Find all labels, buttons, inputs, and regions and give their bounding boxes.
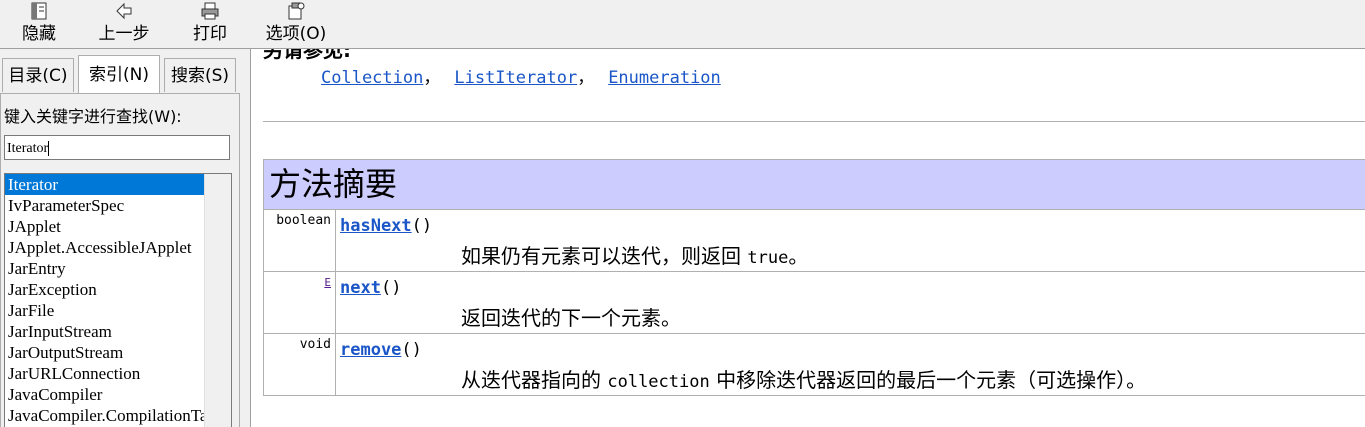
keyword-list-item[interactable]: Iterator: [5, 174, 204, 195]
keyword-list-item[interactable]: JarException: [5, 279, 204, 300]
keyword-list-item[interactable]: JApplet: [5, 216, 204, 237]
method-row: void remove() 从迭代器指向的 collection 中移除迭代器返…: [263, 334, 1365, 396]
keyword-list-item[interactable]: JarFile: [5, 300, 204, 321]
method-signature: hasNext(): [340, 216, 432, 236]
link-separator: ，: [423, 68, 441, 88]
method-desc-text: 从迭代器指向的: [461, 368, 608, 392]
method-row: boolean hasNext() 如果仍有元素可以迭代，则返回 true。: [263, 210, 1365, 272]
method-desc-text: 返回迭代的下一个元素。: [461, 306, 681, 330]
back-arrow-icon: [94, 1, 154, 23]
method-link-remove[interactable]: remove: [340, 340, 401, 360]
method-description: 返回迭代的下一个元素。: [461, 302, 681, 331]
method-summary-title: 方法摘要: [263, 159, 1365, 210]
back-button[interactable]: 上一步: [94, 0, 154, 48]
hide-button[interactable]: 隐藏: [14, 0, 64, 48]
keyword-list-item[interactable]: JarOutputStream: [5, 342, 204, 363]
link-enumeration[interactable]: Enumeration: [608, 68, 721, 88]
method-desc-text: 如果仍有元素可以迭代，则返回: [461, 244, 748, 268]
type-parameter-link[interactable]: E: [324, 276, 331, 289]
method-description: 如果仍有元素可以迭代，则返回 true。: [461, 240, 808, 269]
link-separator: ，: [577, 68, 595, 88]
toolbar: 隐藏 上一步 打印 选项(O): [0, 0, 1365, 48]
text-caret: [48, 141, 50, 157]
keyword-input[interactable]: Iterator: [4, 135, 230, 160]
keyword-list-item[interactable]: IvParameterSpec: [5, 195, 204, 216]
print-button[interactable]: 打印: [186, 0, 234, 48]
method-return-type: void: [264, 334, 336, 395]
keyword-list-item[interactable]: JavaCompiler.CompilationTask: [5, 405, 204, 426]
back-label: 上一步: [98, 24, 150, 44]
link-listiterator[interactable]: ListIterator: [454, 68, 577, 88]
keyword-list-item[interactable]: JApplet.AccessibleJApplet: [5, 237, 204, 258]
method-signature: next(): [340, 278, 401, 298]
method-return-type: E: [264, 272, 336, 333]
print-label: 打印: [193, 24, 227, 44]
method-params: (): [380, 278, 402, 298]
keyword-label: 键入关键字进行查找(W):: [4, 107, 182, 126]
options-icon: [260, 1, 332, 23]
keyword-list-item[interactable]: JarInputStream: [5, 321, 204, 342]
tab-index[interactable]: 索引(N): [78, 55, 160, 93]
method-description: 从迭代器指向的 collection 中移除迭代器返回的最后一个元素（可选操作）…: [461, 364, 1146, 393]
tab-search[interactable]: 搜索(S): [164, 58, 236, 92]
printer-icon: [186, 1, 234, 23]
content-pane: 另请参见: Collection， ListIterator， Enumeratio…: [251, 49, 1365, 427]
keyword-list-scrollbar[interactable]: [204, 174, 231, 427]
hide-label: 隐藏: [22, 24, 56, 44]
method-link-next[interactable]: next: [340, 278, 381, 298]
method-params: (): [411, 216, 433, 236]
method-link-hasnext[interactable]: hasNext: [340, 216, 412, 236]
method-return-type: boolean: [264, 210, 336, 271]
method-desc-text: 。: [788, 244, 809, 268]
tab-contents[interactable]: 目录(C): [2, 58, 74, 92]
navigation-pane: 目录(C) 索引(N) 搜索(S) 键入关键字进行查找(W): Iterator…: [0, 49, 245, 427]
keyword-list-item[interactable]: JarEntry: [5, 258, 204, 279]
method-row: E next() 返回迭代的下一个元素。: [263, 272, 1365, 334]
see-also-heading: 另请参见:: [263, 49, 351, 62]
link-collection[interactable]: Collection: [321, 68, 423, 88]
horizontal-rule: [263, 121, 1365, 122]
keyword-list[interactable]: Iterator IvParameterSpec JApplet JApplet…: [4, 173, 232, 427]
method-summary-table: 方法摘要 boolean hasNext() 如果仍有元素可以迭代，则返回 tr…: [263, 159, 1365, 396]
method-desc-code: true: [747, 248, 789, 268]
method-desc-code: collection: [607, 372, 710, 392]
options-label: 选项(O): [265, 24, 327, 44]
method-desc-text: 中移除迭代器返回的最后一个元素（可选操作）。: [709, 368, 1147, 392]
method-params: (): [401, 340, 422, 360]
keyword-list-item[interactable]: JavaCompiler: [5, 384, 204, 405]
method-signature: remove(): [340, 340, 422, 360]
keyword-list-item[interactable]: JarURLConnection: [5, 363, 204, 384]
keyword-input-value: Iterator: [7, 141, 49, 156]
see-also-links: Collection， ListIterator， Enumeration: [321, 63, 721, 88]
hide-pane-icon: [14, 1, 64, 23]
options-button[interactable]: 选项(O): [260, 0, 332, 48]
